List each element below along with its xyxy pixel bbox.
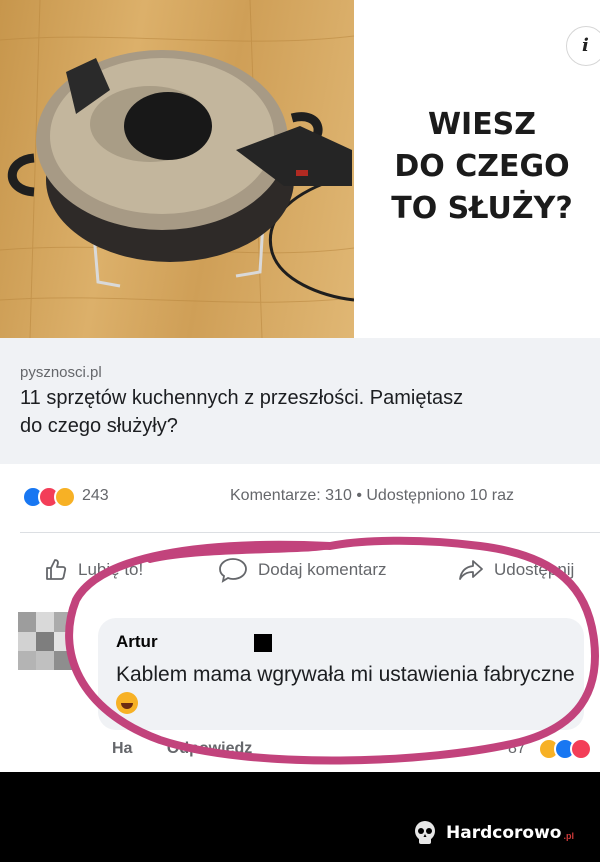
comment-reactions[interactable]: 87 [508, 738, 600, 760]
comment-like-link[interactable]: Ha [112, 740, 132, 757]
thumbs-up-icon [46, 559, 67, 580]
comment-author[interactable]: Artur [116, 632, 158, 652]
like-label: Lubię to! [78, 560, 144, 579]
comment-reply-link[interactable]: Odpowiedz [167, 740, 252, 757]
share-label: Udostępnij [494, 560, 575, 579]
love-icon [570, 738, 592, 760]
censor-box [254, 634, 272, 652]
comment-text: Kablem mama wgrywała mi ustawienia fabry… [116, 660, 576, 720]
link-preview[interactable]: pysznosci.pl 11 sprzętów kuchennych z pr… [0, 338, 600, 464]
comments-count[interactable]: Komentarze: 310 [230, 487, 352, 504]
hero-title-line: WIESZ [427, 107, 537, 142]
hero-title-line: DO CZEGO [394, 149, 570, 184]
watermark: Hardcorowo .pl [410, 818, 574, 848]
laughing-emoji-icon [116, 692, 138, 714]
comment-bubble: Artur Kablem mama wgrywała mi ustawienia… [98, 618, 584, 730]
link-preview-image[interactable]: i WIESZ DO CZEGO TO SŁUŻY? [0, 0, 600, 338]
skull-logo-icon [415, 821, 435, 844]
reaction-count[interactable]: 243 [82, 487, 109, 505]
comment-label: Dodaj komentarz [258, 560, 387, 579]
divider [20, 532, 600, 533]
link-domain: pysznosci.pl [20, 364, 102, 381]
watermark-brand: Hardcorowo [446, 823, 562, 843]
comment-body: Kablem mama wgrywała mi ustawienia fabry… [116, 663, 575, 686]
comment-button[interactable]: Dodaj komentarz [218, 548, 387, 592]
avatar[interactable] [18, 612, 72, 670]
comment-reaction-count: 87 [508, 740, 526, 757]
comment-actions: Ha Odpowiedz [112, 740, 252, 758]
like-button[interactable]: Lubię to! [44, 548, 143, 592]
comment-icon [219, 558, 247, 583]
post-meta: Komentarze: 310 • Udostępniono 10 raz [230, 487, 514, 505]
product-photo [0, 0, 354, 338]
haha-icon [54, 486, 76, 508]
link-headline-line: do czego służyły? [20, 415, 178, 437]
hero-title-line: TO SŁUŻY? [391, 191, 573, 226]
post-stats: 243 Komentarze: 310 • Udostępniono 10 ra… [0, 464, 600, 528]
info-icon[interactable]: i [566, 26, 600, 66]
share-icon [459, 560, 483, 580]
hero-title: WIESZ DO CZEGO TO SŁUŻY? [372, 104, 592, 230]
action-bar: Lubię to! Dodaj komentarz Udostępnij [0, 548, 600, 592]
facebook-post: i WIESZ DO CZEGO TO SŁUŻY? pysznosci.pl … [0, 0, 600, 772]
link-headline[interactable]: 11 sprzętów kuchennych z przeszłości. Pa… [20, 384, 600, 440]
watermark-suffix: .pl [563, 831, 574, 841]
link-headline-line: 11 sprzętów kuchennych z przeszłości. Pa… [20, 387, 464, 409]
share-button[interactable]: Udostępnij [458, 548, 574, 592]
shares-count[interactable]: Udostępniono 10 raz [366, 487, 514, 504]
meta-separator: • [356, 487, 362, 504]
